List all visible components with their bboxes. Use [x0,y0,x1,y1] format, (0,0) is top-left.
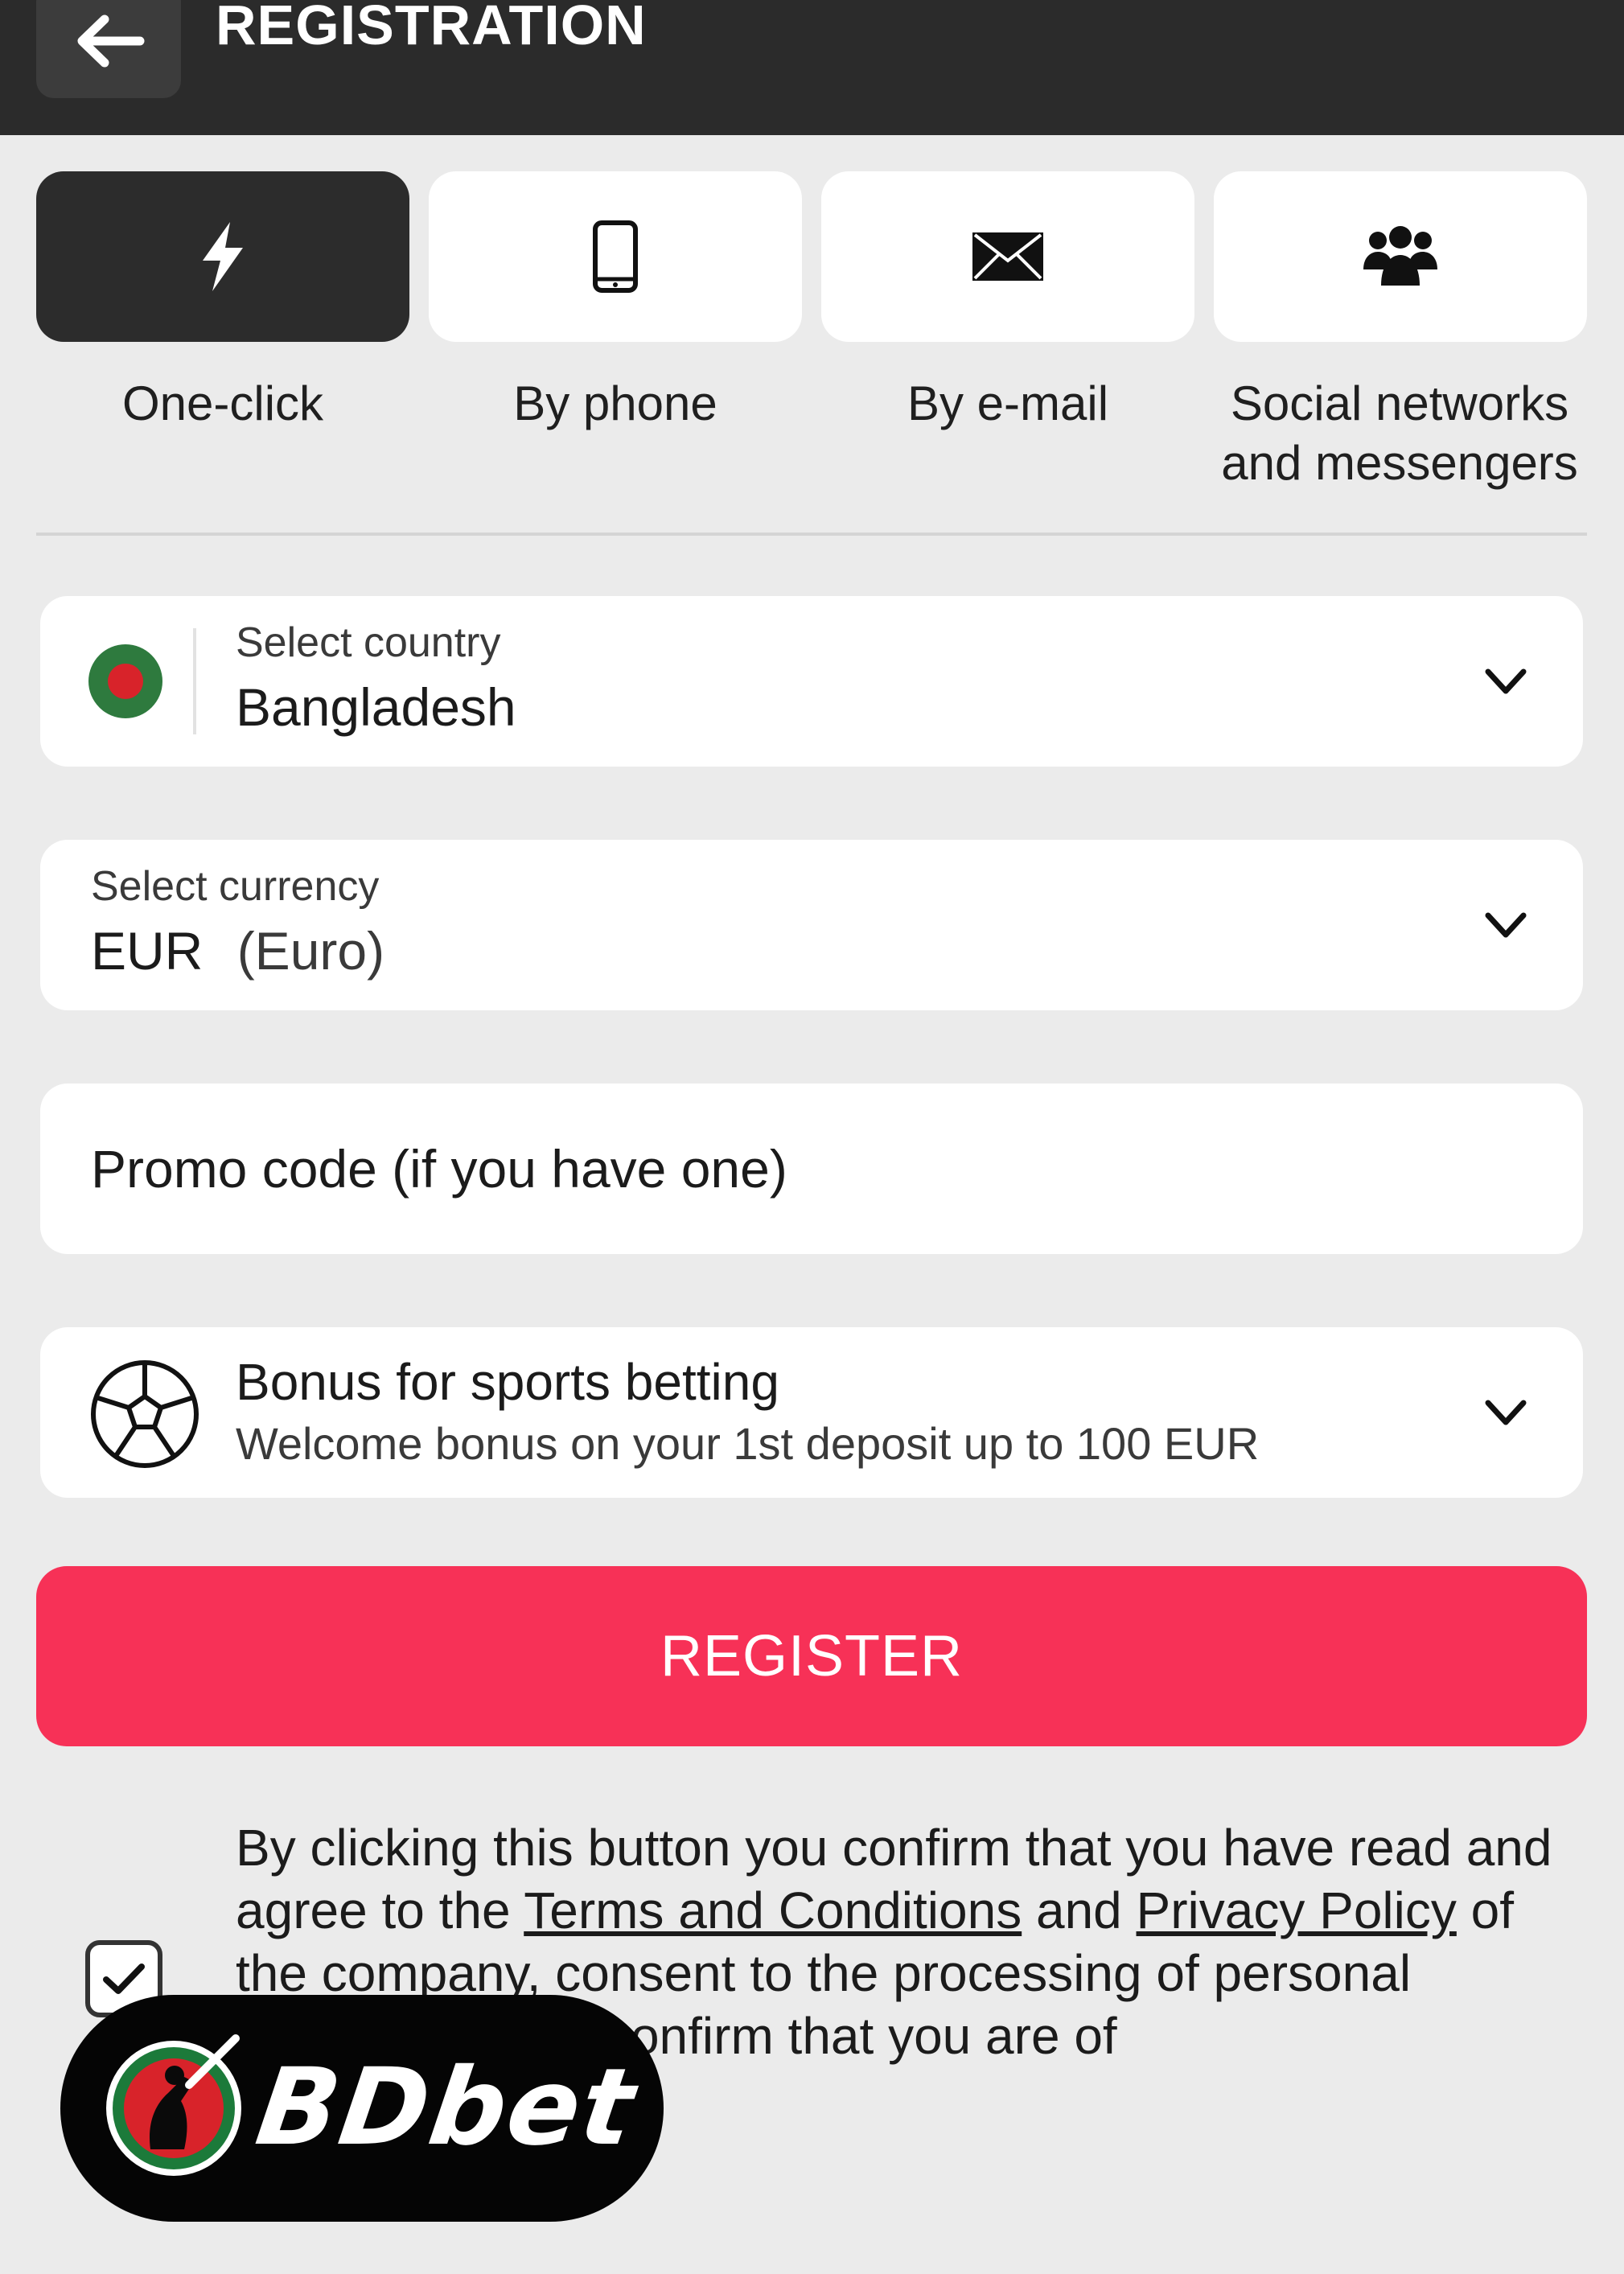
country-label: Select country [236,619,501,666]
currency-select[interactable]: Select currency EUR (Euro) [40,840,1583,1010]
tab-one-click[interactable] [36,171,409,342]
bonus-select[interactable]: Bonus for sports betting Welcome bonus o… [40,1327,1583,1498]
bonus-description: Welcome bonus on your 1st deposit up to … [236,1418,1260,1469]
tab-label-one-click: One-click [121,376,324,430]
bonus-title: Bonus for sports betting [236,1353,779,1411]
country-value: Bangladesh [236,677,516,737]
chevron-down-icon [1485,912,1527,938]
tab-by-phone[interactable] [429,171,802,342]
brand-watermark: BDbet [60,1995,664,2222]
tab-social-networks[interactable] [1214,171,1587,342]
bangladesh-flag-icon [88,644,162,718]
divider [36,533,1587,536]
tab-label-social-networks: Social networks and messengers [1221,376,1578,490]
brand-logo-text: BDbet [249,2046,643,2169]
checkmark-icon [103,1964,145,1994]
terms-link[interactable]: Terms and Conditions [524,1881,1022,1939]
top-bar: REGISTRATION [0,0,1624,135]
currency-value: EUR (Euro) [91,920,384,981]
register-button[interactable]: REGISTER [36,1566,1587,1746]
phone-icon [593,220,638,293]
back-button[interactable] [36,0,181,98]
soccer-ball-icon [91,1360,199,1468]
consent-text-part: and [1022,1881,1137,1939]
currency-name: (Euro) [236,921,385,981]
tab-label-by-phone: By phone [513,376,717,430]
currency-label: Select currency [91,863,380,910]
arrow-left-icon [77,14,145,68]
promo-code-input[interactable]: Promo code (if you have one) [40,1084,1583,1254]
lightning-icon [203,222,243,291]
privacy-link[interactable]: Privacy Policy [1137,1881,1457,1939]
page-title: REGISTRATION [216,0,647,56]
field-separator [193,628,196,734]
tab-by-email[interactable] [821,171,1194,342]
cricket-logo-icon [106,2034,241,2176]
chevron-down-icon [1485,668,1527,694]
currency-code: EUR [91,921,204,981]
users-group-icon [1363,226,1437,286]
envelope-icon [972,232,1043,281]
promo-code-placeholder: Promo code (if you have one) [91,1139,787,1199]
chevron-down-icon [1485,1400,1527,1425]
country-select[interactable]: Select country Bangladesh [40,596,1583,767]
tab-label-by-email: By e-mail [907,376,1109,430]
